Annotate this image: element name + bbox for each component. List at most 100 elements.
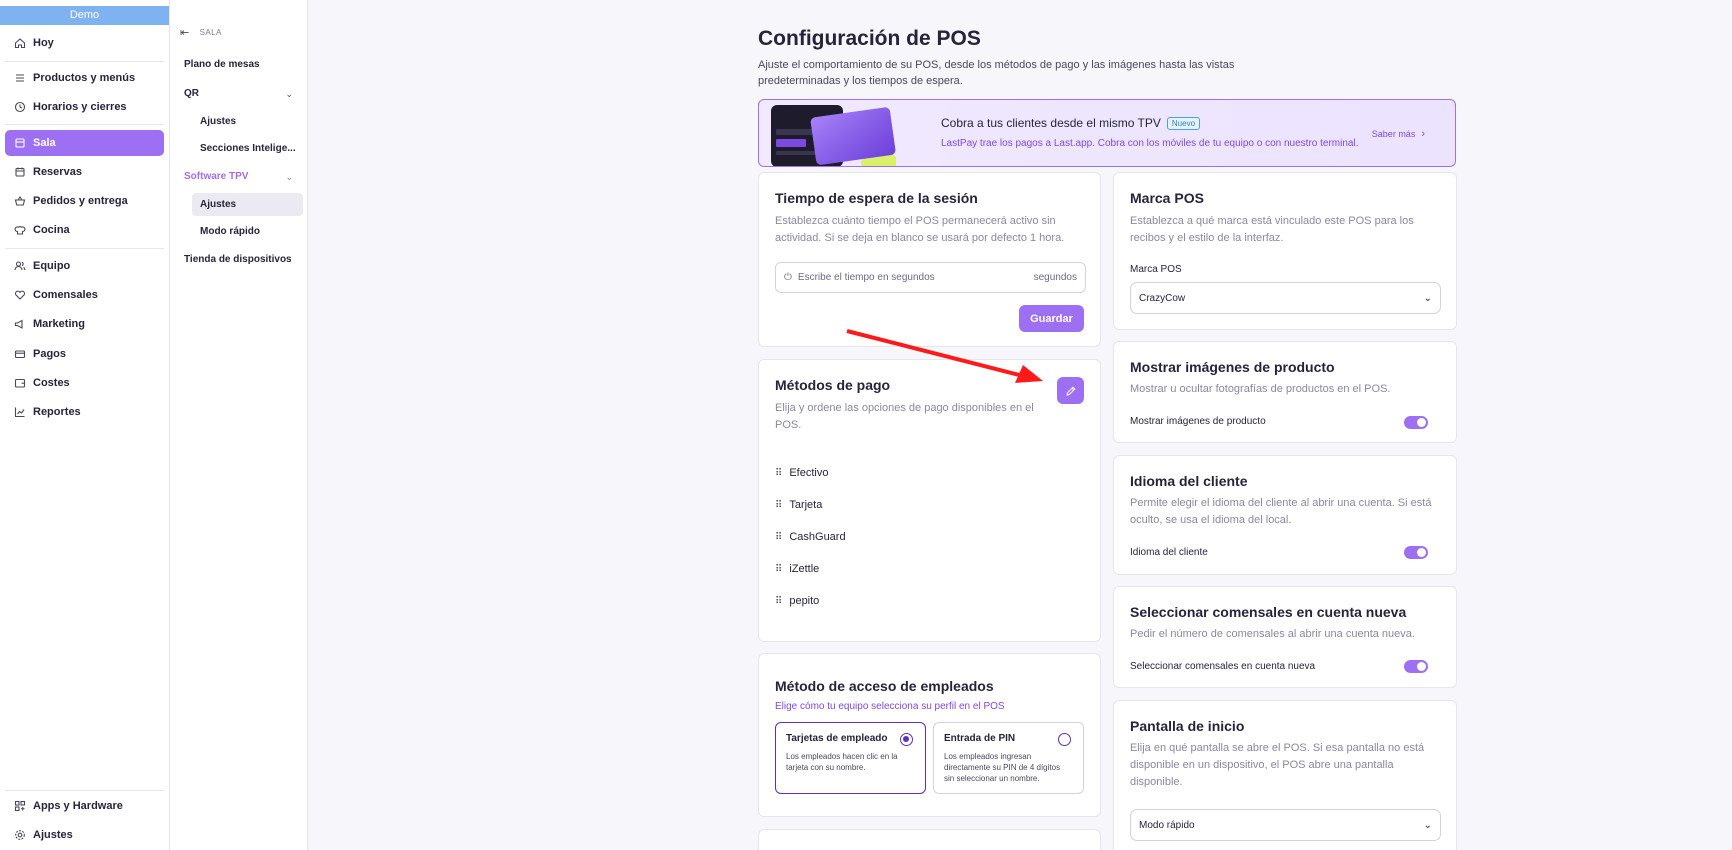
customer-language-toggle[interactable]	[1404, 546, 1428, 559]
divider	[5, 248, 164, 249]
chevron-down-icon: ⌄	[1423, 819, 1432, 831]
toggle-label: Seleccionar comensales en cuenta nueva	[1130, 661, 1316, 672]
sidebar-item-label: Horarios y cierres	[33, 101, 127, 113]
card-title: Seleccionar comensales en cuenta nueva	[1130, 604, 1407, 620]
card-description: Elija y ordene las opciones de pago disp…	[775, 402, 1034, 431]
chef-hat-icon	[13, 223, 27, 237]
list-icon	[13, 71, 27, 85]
sidebar-item-label: Productos y menús	[33, 72, 136, 84]
card-title: Tiempo de espera de la sesión	[775, 190, 978, 206]
card-title: Método de acceso de empleados	[775, 678, 994, 694]
access-option-employee-cards[interactable]: Tarjetas de empleado Los empleados hacen…	[775, 722, 926, 794]
chart-icon	[13, 405, 27, 419]
sidebar-item-pagos[interactable]: Pagos	[5, 341, 164, 367]
power-icon: ⏻	[784, 272, 792, 283]
sidebar-item-label: Cocina	[33, 224, 70, 236]
card-title: Métodos de pago	[775, 377, 891, 393]
payment-item[interactable]: ⠿ Efectivo	[775, 467, 828, 479]
divider	[5, 124, 164, 125]
drag-handle-icon[interactable]: ⠿	[775, 564, 782, 575]
divider	[5, 790, 164, 791]
sidebar-item-label: Reservas	[33, 166, 82, 178]
subnav-tienda-dispositivos[interactable]: Tienda de dispositivos	[184, 254, 292, 265]
sidebar-item-label: Ajustes	[33, 829, 73, 841]
sidebar-item-label: Costes	[33, 377, 70, 389]
apps-icon	[13, 799, 27, 813]
sidebar-item-pedidos[interactable]: Pedidos y entrega	[5, 188, 164, 214]
toggle-label: Idioma del cliente	[1130, 547, 1208, 558]
sidebar-item-marketing[interactable]: Marketing	[5, 311, 164, 337]
megaphone-icon	[13, 317, 27, 331]
drag-handle-icon[interactable]: ⠿	[775, 500, 782, 511]
subnav-qr[interactable]: QR	[184, 88, 294, 99]
card-description: Permite elegir el idioma del cliente al …	[1130, 497, 1432, 526]
drag-handle-icon[interactable]: ⠿	[775, 532, 782, 543]
calendar-icon	[13, 165, 27, 179]
toggle-label: Mostrar imágenes de producto	[1130, 416, 1266, 427]
save-button[interactable]: Guardar	[1019, 305, 1084, 332]
field-label: Marca POS	[1130, 264, 1182, 275]
sidebar-item-hoy[interactable]: Hoy	[5, 30, 164, 56]
payment-item[interactable]: ⠿ CashGuard	[775, 531, 846, 543]
brand-select[interactable]: CrazyCow ⌄	[1130, 282, 1441, 314]
sidebar-item-label: Comensales	[33, 289, 98, 301]
subnav-plano-de-mesas[interactable]: Plano de mesas	[184, 59, 260, 70]
sidebar-item-ajustes[interactable]: Ajustes	[5, 822, 164, 848]
sidebar-item-sala[interactable]: Sala	[5, 130, 164, 156]
sidebar-item-comensales[interactable]: Comensales	[5, 282, 164, 308]
subnav-tpv-ajustes[interactable]: Ajustes	[192, 193, 303, 216]
card-title: Marca POS	[1130, 190, 1204, 206]
payment-item[interactable]: ⠿ pepito	[775, 595, 819, 607]
lastpay-banner[interactable]: Cobra a tus clientes desde el mismo TPV …	[758, 99, 1456, 167]
page-title: Configuración de POS	[758, 27, 981, 50]
main-sidebar: Demo Hoy Productos y menús Horarios y ci…	[0, 0, 170, 850]
card-description: Elige cómo tu equipo selecciona su perfi…	[775, 701, 1005, 712]
subnav-software-tpv[interactable]: Software TPV	[184, 171, 248, 182]
sidebar-item-apps[interactable]: Apps y Hardware	[5, 793, 164, 819]
sidebar-item-label: Hoy	[33, 37, 54, 49]
next-settings-card	[758, 829, 1101, 850]
sidebar-item-reservas[interactable]: Reservas	[5, 159, 164, 185]
card-title: Pantalla de inicio	[1130, 718, 1245, 734]
sidebar-item-label: Apps y Hardware	[33, 800, 123, 812]
pos-brand-card: Marca POS Establezca a qué marca está vi…	[1113, 172, 1457, 330]
clock-icon	[13, 100, 27, 114]
chevron-down-icon[interactable]: ⌄	[285, 89, 293, 100]
subnav-qr-secciones[interactable]: Secciones Intelige...	[192, 137, 303, 160]
timeout-input[interactable]	[797, 272, 1034, 283]
users-icon	[13, 259, 27, 273]
select-diners-card: Seleccionar comensales en cuenta nueva P…	[1113, 586, 1457, 688]
payment-item[interactable]: ⠿ iZettle	[775, 563, 819, 575]
org-badge[interactable]: Demo	[0, 6, 169, 25]
sidebar-item-equipo[interactable]: Equipo	[5, 253, 164, 279]
chevron-down-icon[interactable]: ⌄	[285, 172, 293, 183]
home-screen-card: Pantalla de inicio Elija en qué pantalla…	[1113, 700, 1457, 850]
pencil-icon	[1065, 385, 1076, 396]
subnav-qr-ajustes[interactable]: Ajustes	[192, 110, 303, 133]
drag-handle-icon[interactable]: ⠿	[775, 468, 782, 479]
sidebar-item-costes[interactable]: Costes	[5, 370, 164, 396]
access-option-pin[interactable]: Entrada de PIN Los empleados ingresan di…	[933, 722, 1084, 794]
collapse-sidebar-icon[interactable]: ⇤	[180, 26, 190, 39]
home-screen-select[interactable]: Modo rápido ⌄	[1130, 809, 1441, 841]
table-icon	[13, 136, 27, 150]
home-icon	[13, 36, 27, 50]
product-images-toggle[interactable]	[1404, 416, 1428, 429]
radio-selected[interactable]	[900, 733, 913, 746]
card-title: Mostrar imágenes de producto	[1130, 359, 1335, 375]
sidebar-item-horarios[interactable]: Horarios y cierres	[5, 94, 164, 120]
sidebar-item-productos[interactable]: Productos y menús	[5, 65, 164, 91]
radio-unselected[interactable]	[1058, 733, 1071, 746]
timeout-input-wrapper: ⏻ segundos	[775, 262, 1086, 293]
page-subtitle: Ajuste el comportamiento de su POS, desd…	[758, 59, 1235, 87]
payment-item[interactable]: ⠿ Tarjeta	[775, 499, 822, 511]
select-diners-toggle[interactable]	[1404, 660, 1428, 673]
learn-more-link[interactable]: Saber más ›	[1372, 128, 1425, 140]
sidebar-item-reportes[interactable]: Reportes	[5, 399, 164, 425]
card-description: Establezca cuánto tiempo el POS permanec…	[775, 215, 1065, 244]
edit-payment-methods-button[interactable]	[1057, 377, 1084, 404]
card-description: Elija en qué pantalla se abre el POS. Si…	[1130, 742, 1425, 788]
subnav-tpv-modo-rapido[interactable]: Modo rápido	[192, 220, 303, 243]
sidebar-item-cocina[interactable]: Cocina	[5, 217, 164, 243]
drag-handle-icon[interactable]: ⠿	[775, 596, 782, 607]
